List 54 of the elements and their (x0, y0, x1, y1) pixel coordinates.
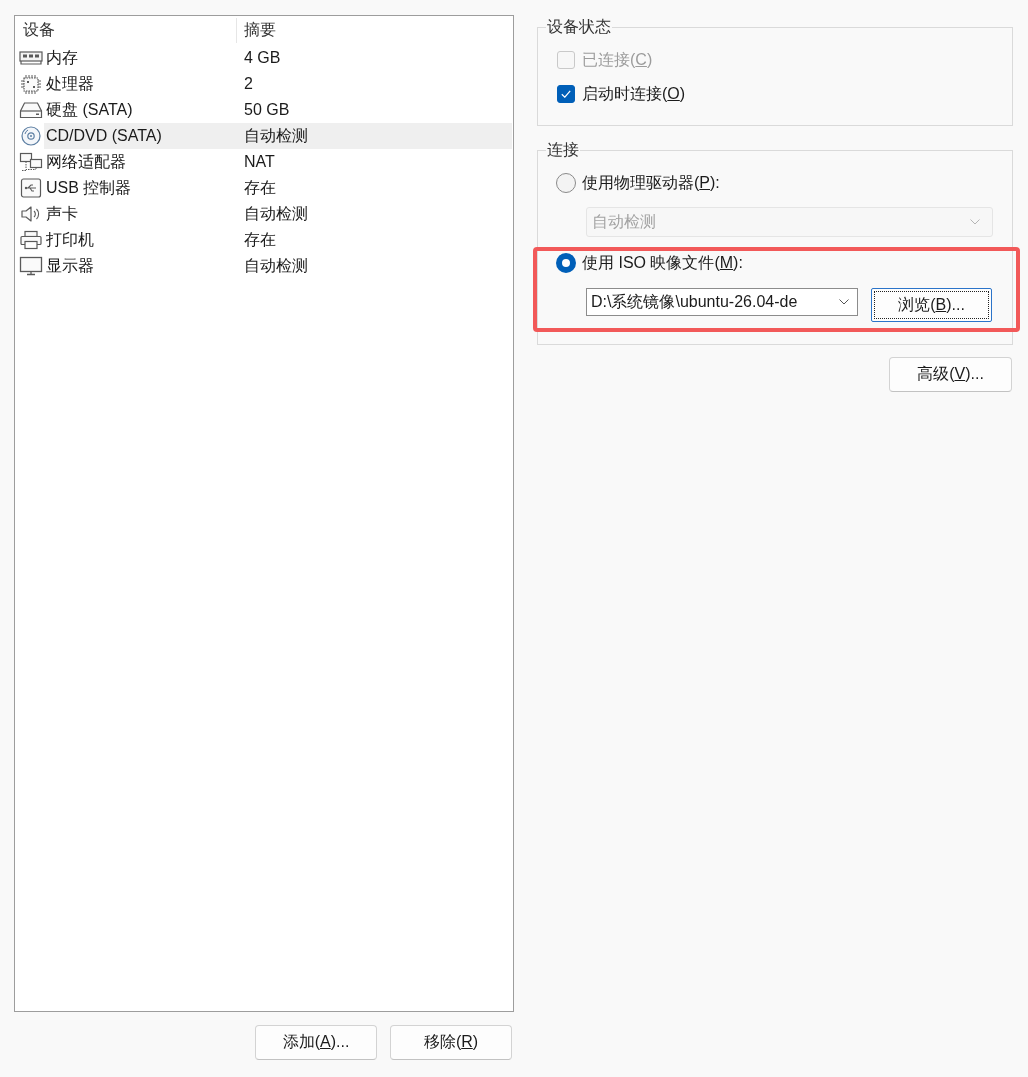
usb-icon (19, 178, 43, 198)
list-action-button[interactable]: 添加(A)... (255, 1025, 377, 1060)
printer-icon (19, 230, 43, 250)
chevron-down-icon (839, 299, 849, 305)
device-summary: 2 (243, 75, 253, 93)
device-row[interactable]: 声卡 自动检测 (44, 201, 512, 227)
path-combo-box[interactable]: D:\系统镜像\ubuntu-26.04-de (586, 288, 858, 316)
column-header[interactable]: 摘要 (237, 16, 276, 45)
group-title: 连接 (546, 140, 580, 160)
monitor-icon (19, 256, 43, 276)
device-name: USB 控制器 (45, 177, 133, 198)
radio-button[interactable] (556, 253, 576, 273)
device-name: 处理器 (45, 73, 95, 94)
advanced-button[interactable]: 高级(V)... (889, 357, 1012, 392)
device-summary: 存在 (243, 177, 276, 198)
device-summary: 50 GB (243, 101, 290, 119)
device-name: 硬盘 (SATA) (45, 99, 134, 120)
device-row[interactable]: 内存 4 GB (44, 45, 512, 71)
drive-icon (19, 100, 43, 120)
list-action-button[interactable]: 移除(R) (390, 1025, 512, 1060)
group-title: 设备状态 (546, 17, 612, 37)
device-summary: 自动检测 (243, 125, 308, 146)
radio-label: 使用物理驱动器(P): (582, 172, 720, 193)
device-summary: 自动检测 (243, 255, 308, 276)
device-row[interactable]: 显示器 自动检测 (44, 253, 512, 279)
device-row[interactable]: CD/DVD (SATA) 自动检测 (44, 123, 512, 149)
check-icon (561, 90, 571, 98)
radio-label: 使用 ISO 映像文件(M): (582, 252, 743, 273)
device-row[interactable]: 打印机 存在 (44, 227, 512, 253)
checkbox[interactable] (557, 85, 575, 103)
memory-icon (19, 48, 43, 68)
checkbox-label: 启动时连接(O) (582, 83, 686, 104)
device-row[interactable]: 硬盘 (SATA) 50 GB (44, 97, 512, 123)
device-summary: NAT (243, 153, 275, 171)
network-icon (19, 152, 43, 172)
device-row[interactable]: USB 控制器 存在 (44, 175, 512, 201)
device-row[interactable]: 网络适配器 NAT (44, 149, 512, 175)
radio-button[interactable] (556, 173, 576, 193)
column-header[interactable]: 设备 (15, 18, 237, 43)
disc-icon (19, 126, 43, 146)
device-name: 网络适配器 (45, 151, 127, 172)
chip-icon (19, 74, 43, 94)
device-name: CD/DVD (SATA) (45, 127, 163, 145)
browse-button[interactable]: 浏览(B)... (871, 288, 992, 322)
device-name: 显示器 (45, 255, 95, 276)
checkbox-label: 已连接(C) (582, 49, 653, 70)
device-name: 内存 (45, 47, 79, 68)
device-summary: 存在 (243, 229, 276, 250)
chevron-down-icon (970, 219, 980, 225)
device-summary: 自动检测 (243, 203, 308, 224)
device-name: 声卡 (45, 203, 79, 224)
device-row[interactable]: 处理器 2 (44, 71, 512, 97)
device-summary: 4 GB (243, 49, 281, 67)
device-name: 打印机 (45, 229, 95, 250)
